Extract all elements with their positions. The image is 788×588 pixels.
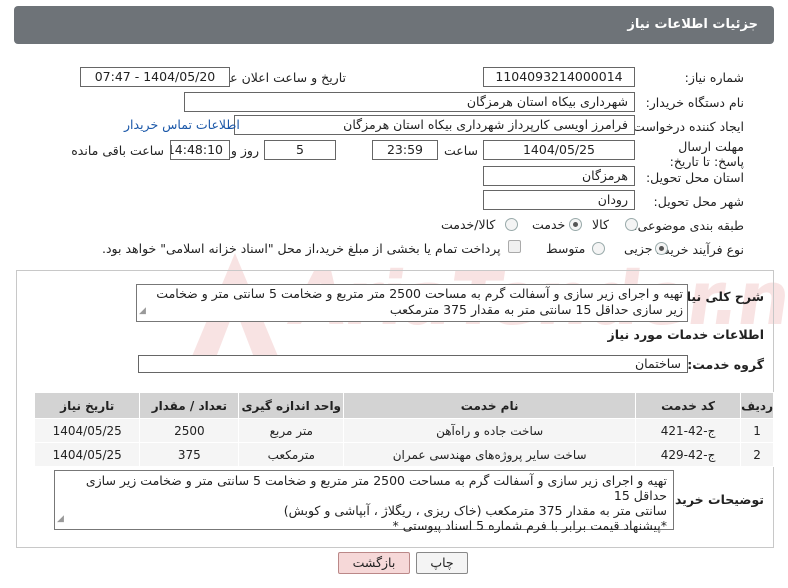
page-title: جزئیات اطلاعات نیاز [14,6,774,44]
deadline-time-field: 23:59 [372,140,438,160]
category-goods-service-radio[interactable] [505,218,518,231]
cell-service-name: ساخت سایر پروژه‌های مهندسی عمران [343,442,636,467]
process-type-label: نوع فرآیند خرید : [655,242,744,257]
process-medium-radio[interactable] [592,242,605,255]
buyer-notes-line: تهیه و اجرای زیر سازی و آسفالت گرم به مس… [85,473,667,503]
cell-quantity: 375 [139,442,240,467]
category-service-label: خدمت [532,217,566,232]
time-remaining-field: 14:48:10 [170,140,230,160]
announce-field: 1404/05/20 - 07:47 [80,67,230,87]
buyer-notes-line: سانتی متر به مقدار 375 مترمکعب (خاک ریزی… [283,503,667,518]
buyer-org-label: نام دستگاه خریدار: [645,95,744,110]
treasury-payment-note: پرداخت تمام یا بخشی از مبلغ خرید،از محل … [102,241,501,256]
deadline-date-field: 1404/05/25 [483,140,635,160]
service-group-field: ساختمان [138,355,688,373]
days-remaining-field: 5 [264,140,336,160]
col-unit: واحد اندازه گیری [238,392,345,419]
print-button[interactable]: چاپ [416,552,468,574]
cell-row-number: 2 [740,442,774,467]
col-service-name: نام خدمت [343,392,636,419]
city-field: رودان [483,190,635,210]
resize-handle-icon[interactable]: ◢ [139,303,146,319]
cell-need-date: 1404/05/25 [33,442,141,467]
province-field: هرمزگان [483,166,635,186]
buyer-notes-label: توضیحات خریدار: [658,492,764,507]
need-number-label: شماره نیاز: [684,70,744,85]
remaining-label: ساعت باقی مانده [71,143,164,158]
process-minor-radio[interactable] [655,242,668,255]
deadline-time-label: ساعت [443,143,478,158]
table-row: 2 ج-42-429 ساخت سایر پروژه‌های مهندسی عم… [33,442,774,467]
cell-service-code: ج-42-429 [634,442,742,467]
province-label: استان محل تحویل: [645,170,744,185]
creator-field: فرامرز اویسی کارپرداز شهرداری بیکاه استا… [234,115,635,135]
cell-row-number: 1 [740,418,774,443]
resize-handle-icon[interactable]: ◢ [57,512,64,527]
category-goods-radio[interactable] [625,218,638,231]
cell-unit: مترمکعب [238,442,345,467]
services-section-title: اطلاعات خدمات مورد نیاز [607,327,765,342]
days-label: روز و [230,143,259,158]
process-minor-label: جزیی [624,241,653,256]
table-row: 1 ج-42-421 ساخت جاده و راه‌آهن متر مربع … [33,418,774,443]
category-goods-service-label: کالا/خدمت [441,217,496,232]
deadline-label: مهلت ارسال پاسخ: تا تاریخ: [669,139,744,169]
table-header-row: ردیف کد خدمت نام خدمت واحد اندازه گیری ت… [33,392,774,419]
category-goods-label: کالا [592,217,609,232]
col-service-code: کد خدمت [634,392,742,419]
cell-service-code: ج-42-421 [634,418,742,443]
cell-need-date: 1404/05/25 [33,418,141,443]
col-quantity: تعداد / مقدار [139,392,240,419]
category-label: طبقه بندی موضوعی: [633,218,744,233]
buyer-contact-link[interactable]: اطلاعات تماس خریدار [124,117,240,132]
service-group-label: گروه خدمت: [687,357,764,372]
process-medium-label: متوسط [546,241,586,256]
buyer-notes-textarea[interactable]: تهیه و اجرای زیر سازی و آسفالت گرم به مس… [54,470,674,533]
back-button[interactable]: بازگشت [338,552,410,574]
need-number-field: 1104093214000014 [483,67,635,87]
buyer-notes-line: *پیشنهاد قیمت برابر با فرم شماره 5 اسناد… [392,518,667,533]
services-table: ردیف کد خدمت نام خدمت واحد اندازه گیری ت… [33,392,774,467]
creator-label: ایجاد کننده درخواست: [628,119,744,134]
col-row-number: ردیف [740,392,774,419]
summary-text: تهیه و اجرای زیر سازی و آسفالت گرم به مس… [156,286,683,317]
city-label: شهر محل تحویل: [653,194,744,209]
treasury-payment-checkbox[interactable] [508,240,521,253]
col-need-date: تاریخ نیاز [33,392,141,419]
category-service-radio[interactable] [569,218,582,231]
cell-service-name: ساخت جاده و راه‌آهن [343,418,636,443]
buyer-org-field: شهرداری بیکاه استان هرمزگان [184,92,635,112]
cell-unit: متر مربع [238,418,345,443]
cell-quantity: 2500 [139,418,240,443]
summary-textarea[interactable]: تهیه و اجرای زیر سازی و آسفالت گرم به مس… [136,284,688,322]
